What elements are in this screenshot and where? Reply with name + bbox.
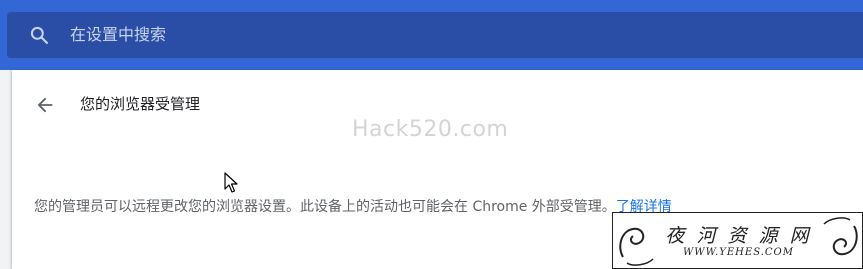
page-title: 您的浏览器受管理 (80, 95, 201, 113)
arrow-left-icon[interactable] (34, 94, 56, 116)
description-text: 您的管理员可以远程更改您的浏览器设置。此设备上的活动也可能会在 Chrome 外… (34, 199, 616, 215)
mouse-cursor-icon (224, 172, 238, 193)
search-field[interactable]: 在设置中搜索 (7, 12, 863, 58)
watermark-text: Hack520.com (352, 117, 509, 142)
watermark-stamp: 夜 河 资 源 网 WWW.YEHES.COM (612, 212, 863, 269)
stamp-title: 夜 河 资 源 网 (665, 225, 812, 247)
search-input[interactable]: 在设置中搜索 (70, 12, 166, 58)
search-icon (30, 26, 49, 45)
stamp-url: WWW.YEHES.COM (683, 247, 794, 258)
top-toolbar: 在设置中搜索 (0, 0, 863, 70)
managed-description: 您的管理员可以远程更改您的浏览器设置。此设备上的活动也可能会在 Chrome 外… (34, 197, 672, 217)
